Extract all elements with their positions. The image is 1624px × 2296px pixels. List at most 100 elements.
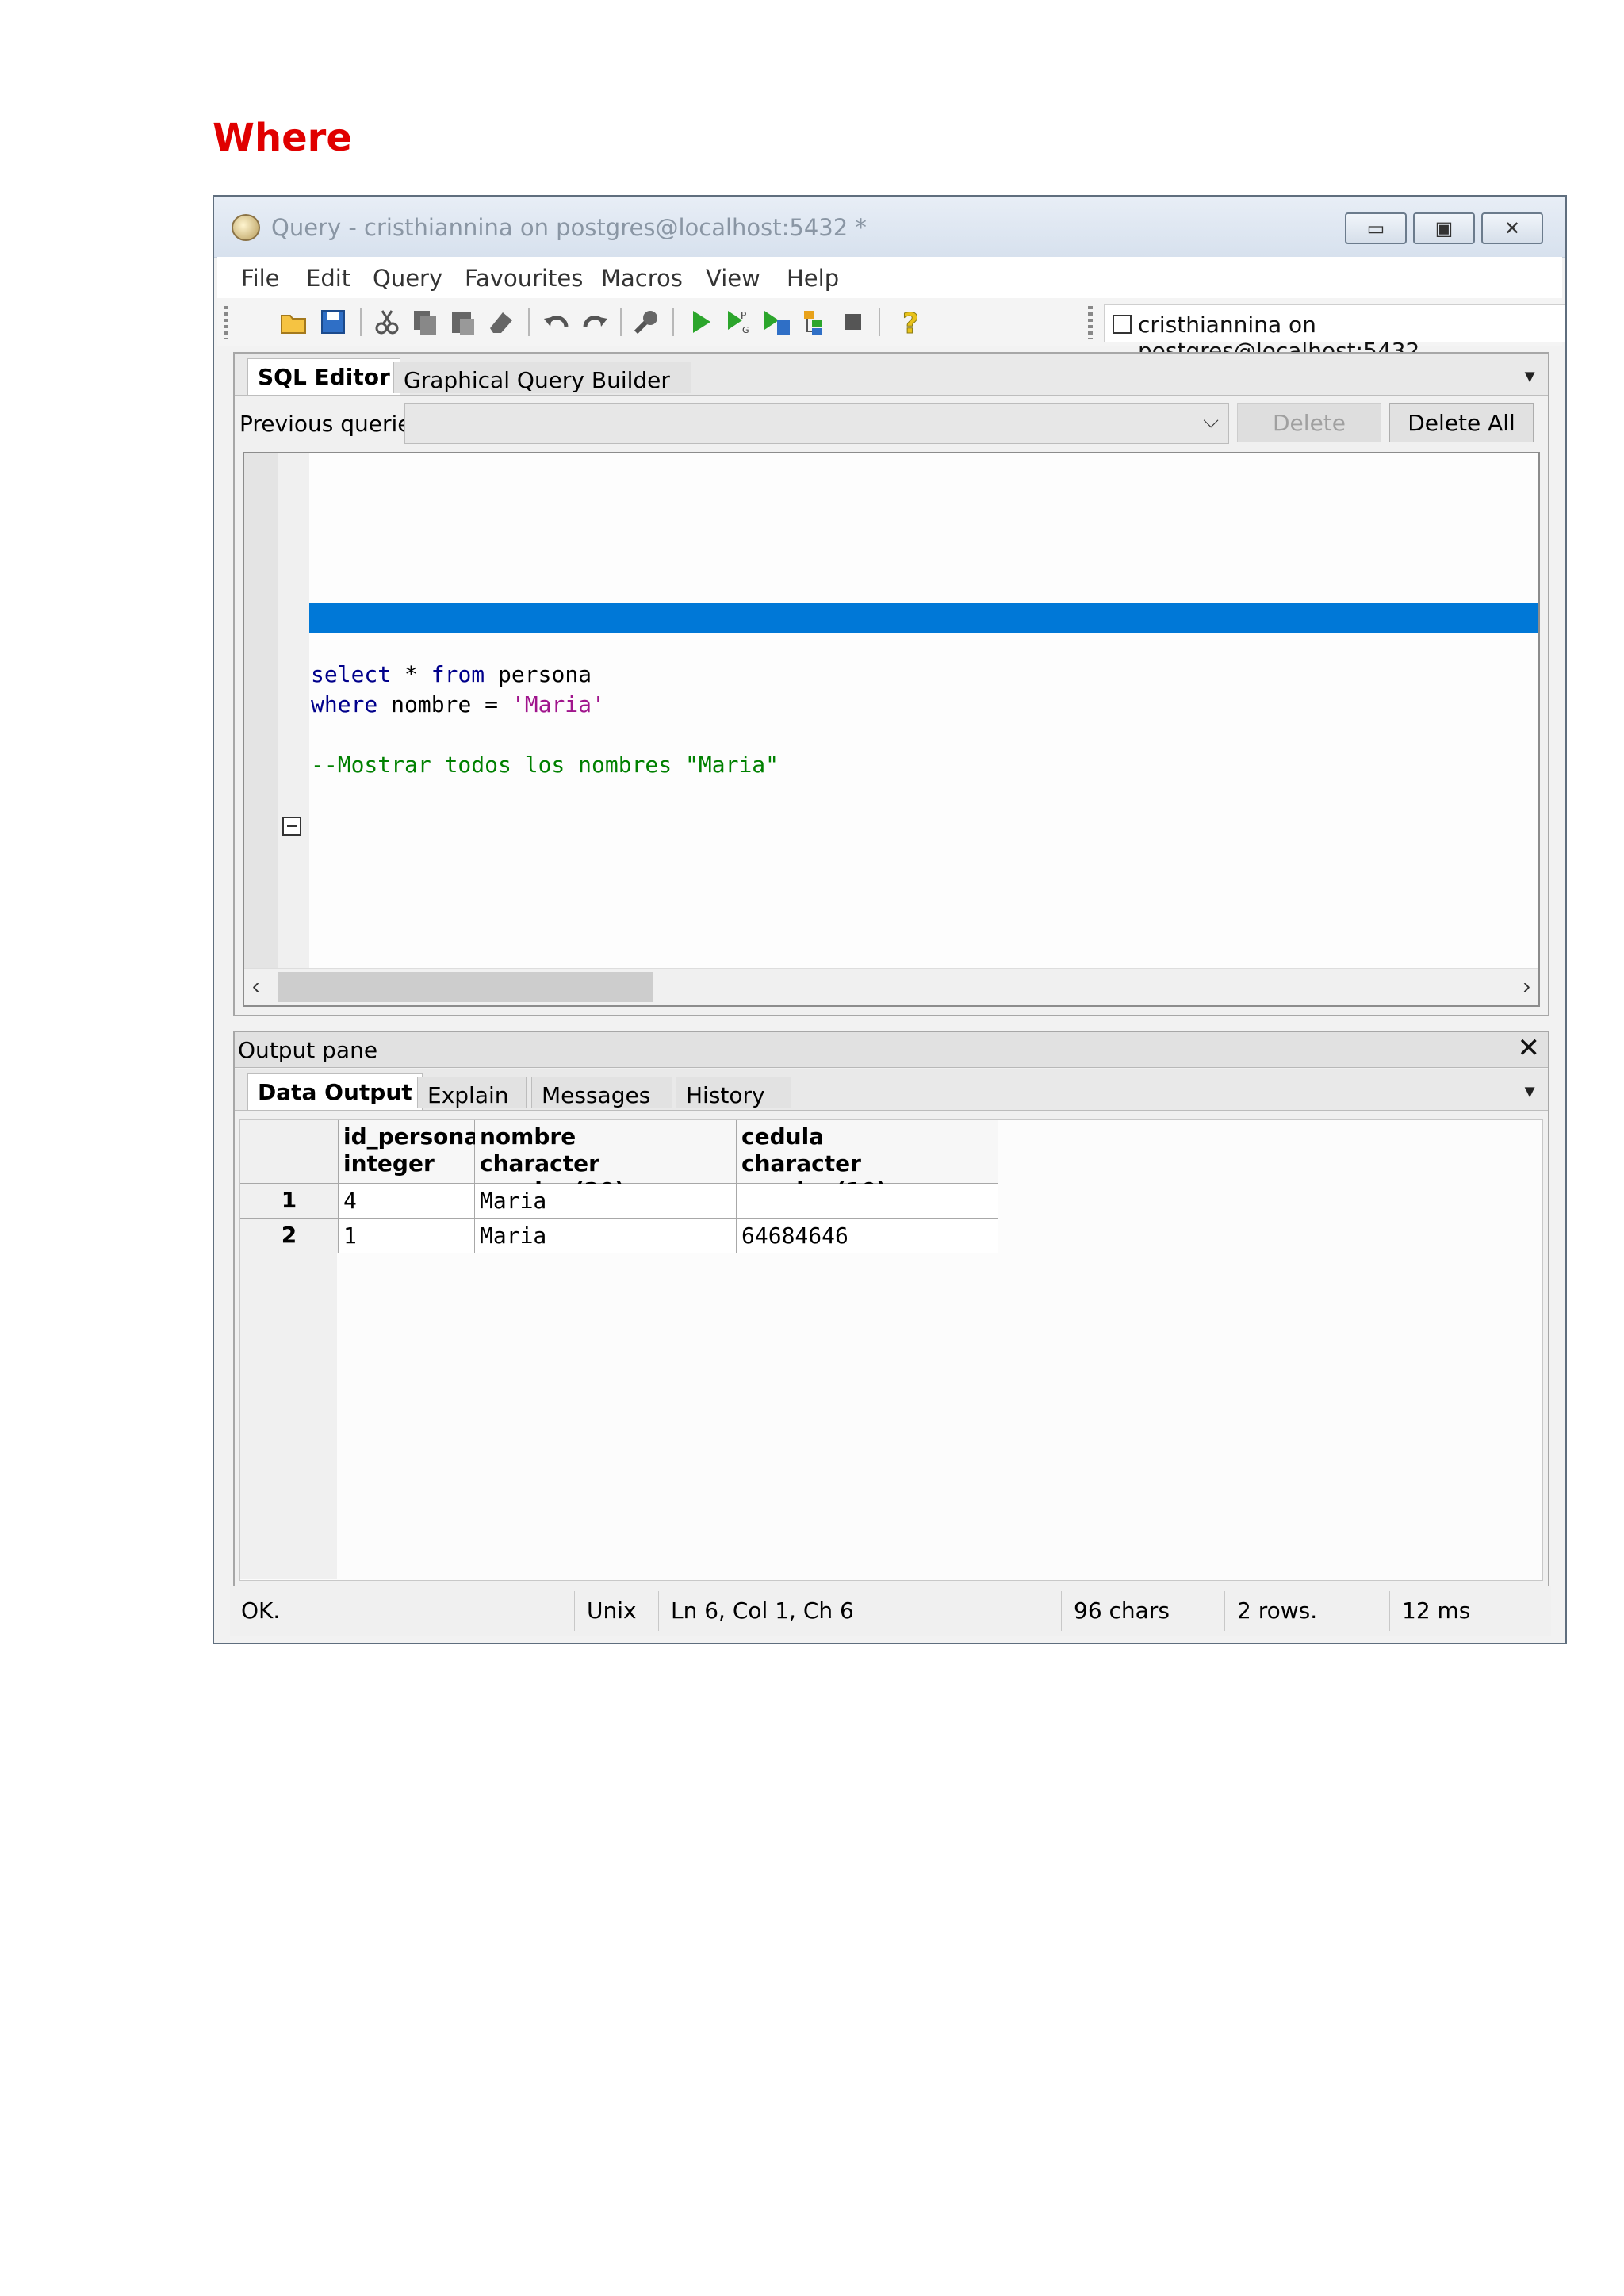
toolbar-grip[interactable] (224, 306, 228, 339)
tab-explain[interactable]: Explain (417, 1077, 527, 1108)
scroll-left-icon[interactable]: ‹ (252, 974, 259, 999)
grid-corner[interactable] (240, 1120, 339, 1184)
redo-icon[interactable] (580, 308, 609, 336)
svg-text:P: P (741, 310, 746, 321)
fold-margin (278, 453, 309, 969)
horizontal-scrollbar[interactable]: ‹ › (244, 968, 1538, 1005)
column-name: id_persona (343, 1123, 480, 1150)
table-cell[interactable]: 1 (339, 1219, 475, 1253)
save-icon[interactable] (319, 308, 347, 336)
pgadmin-query-window: Query - cristhiannina on postgres@localh… (213, 195, 1567, 1644)
scroll-right-icon[interactable]: › (1523, 974, 1530, 999)
code-line-select: select * from persona (311, 661, 592, 687)
scrollbar-thumb[interactable] (278, 972, 653, 1002)
chevron-down-icon[interactable]: ⌵ (1203, 408, 1219, 434)
status-bar: OK. Unix Ln 6, Col 1, Ch 6 96 chars 2 ro… (230, 1586, 1551, 1636)
pgadmin-app-icon (232, 214, 260, 241)
window-title: Query - cristhiannina on postgres@localh… (271, 214, 867, 241)
column-name: cedula (741, 1123, 825, 1150)
tab-graphical-query-builder[interactable]: Graphical Query Builder (393, 362, 691, 393)
column-header-cedula[interactable]: cedula character varying(10) (737, 1120, 998, 1203)
execute-icon[interactable] (687, 308, 715, 336)
menu-macros[interactable]: Macros (601, 265, 683, 292)
menu-bar: File Edit Query Favourites Macros View H… (217, 257, 1562, 298)
toolbar-separator (620, 308, 622, 336)
menu-edit[interactable]: Edit (306, 265, 350, 292)
delete-all-button[interactable]: Delete All (1389, 403, 1534, 442)
tabs-menu-icon[interactable]: ▼ (1521, 366, 1538, 387)
close-button[interactable]: ✕ (1481, 212, 1543, 244)
toolbar-separator (672, 308, 674, 336)
clear-icon[interactable] (487, 308, 515, 336)
connection-checkbox[interactable] (1113, 315, 1132, 334)
code-line-where: where nombre = 'Maria' (311, 691, 605, 718)
svg-text:?: ? (902, 308, 919, 336)
code-line-comment: --Mostrar todos los nombres "Maria" (311, 752, 779, 778)
cut-icon[interactable] (373, 308, 401, 336)
undo-icon[interactable] (542, 308, 571, 336)
status-char-count: 96 chars (1074, 1598, 1170, 1624)
status-separator (1224, 1591, 1225, 1631)
copy-icon[interactable] (411, 308, 439, 336)
tab-history[interactable]: History (676, 1077, 791, 1108)
delete-button[interactable]: Delete (1237, 403, 1381, 442)
title-bar[interactable]: Query - cristhiannina on postgres@localh… (214, 197, 1565, 258)
open-icon[interactable] (279, 308, 308, 336)
connection-selector[interactable]: cristhiannina on postgres@localhost:5432 (1104, 304, 1565, 364)
menu-view[interactable]: View (706, 265, 760, 292)
column-header-nombre[interactable]: nombre character varying(20) (475, 1120, 737, 1203)
menu-file[interactable]: File (241, 265, 280, 292)
tab-messages[interactable]: Messages (531, 1077, 672, 1108)
table-cell[interactable]: 64684646 (737, 1219, 998, 1253)
toolbar: PG ? cristhiannina on postgres@localhost… (217, 298, 1565, 364)
tabs-menu-icon[interactable]: ▼ (1521, 1081, 1538, 1102)
menu-favourites[interactable]: Favourites (465, 265, 583, 292)
toolbar-grip[interactable] (1088, 306, 1093, 339)
paste-icon[interactable] (449, 308, 477, 336)
table-cell[interactable]: Maria (475, 1219, 737, 1253)
previous-queries-label: Previous queries (239, 411, 423, 437)
page-heading: Where (213, 116, 352, 160)
column-name: nombre (480, 1123, 576, 1150)
help-icon[interactable]: ? (898, 308, 926, 336)
row-number[interactable]: 1 (240, 1184, 339, 1219)
editor-tabs: SQL Editor Graphical Query Builder ▼ (235, 354, 1548, 396)
maximize-button[interactable]: ▣ (1413, 212, 1475, 244)
explain-icon[interactable]: PG (725, 308, 753, 336)
data-output-grid[interactable]: id_persona integer nombre character vary… (239, 1119, 1543, 1581)
stop-icon[interactable] (839, 308, 868, 336)
tab-sql-editor[interactable]: SQL Editor (247, 358, 400, 395)
line-number-gutter (244, 453, 278, 969)
previous-queries-row: Previous queries ⌵ Delete Delete All (235, 400, 1548, 444)
table-cell[interactable] (737, 1184, 998, 1219)
status-state: OK. (241, 1598, 281, 1624)
column-header-id-persona[interactable]: id_persona integer (339, 1120, 480, 1184)
svg-text:G: G (742, 325, 749, 335)
status-separator (1061, 1591, 1062, 1631)
close-icon[interactable]: ✕ (1518, 1032, 1541, 1064)
status-exec-time: 12 ms (1402, 1598, 1471, 1624)
minimize-button[interactable]: ▭ (1345, 212, 1407, 244)
status-row-count: 2 rows. (1237, 1598, 1318, 1624)
table-cell[interactable]: 4 (339, 1184, 475, 1219)
previous-queries-select[interactable]: ⌵ (404, 403, 1229, 444)
column-type: integer (343, 1150, 435, 1177)
find-icon[interactable] (633, 308, 661, 336)
toolbar-separator (528, 308, 530, 336)
execute-file-icon[interactable] (763, 308, 791, 336)
status-line-endings: Unix (587, 1598, 637, 1624)
menu-help[interactable]: Help (787, 265, 839, 292)
status-separator (658, 1591, 659, 1631)
fold-toggle-icon[interactable] (282, 817, 301, 836)
tab-data-output[interactable]: Data Output (247, 1073, 423, 1110)
row-number[interactable]: 2 (240, 1219, 339, 1253)
sql-code-editor[interactable]: select * from persona where nombre = 'Ma… (243, 452, 1540, 1007)
explain-analyze-icon[interactable] (801, 308, 829, 336)
status-cursor-position: Ln 6, Col 1, Ch 6 (671, 1598, 854, 1624)
output-pane-title: Output pane (238, 1037, 378, 1063)
output-pane-header: Output pane ✕ (235, 1032, 1548, 1068)
status-separator (574, 1591, 575, 1631)
table-cell[interactable]: Maria (475, 1184, 737, 1219)
toolbar-separator (879, 308, 880, 336)
menu-query[interactable]: Query (373, 265, 442, 292)
